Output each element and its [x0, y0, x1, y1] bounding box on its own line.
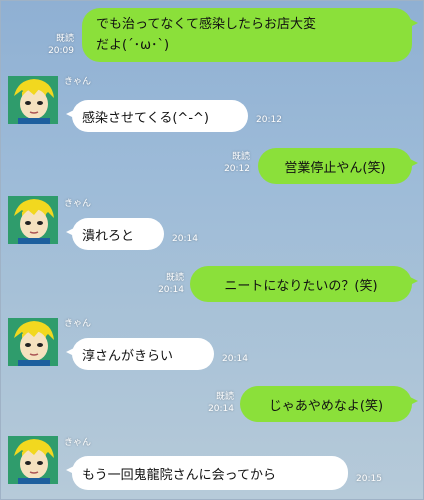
- avatar[interactable]: [8, 76, 58, 124]
- message-text-line: だよ(´･ω･`): [96, 38, 170, 53]
- message-bubble-received[interactable]: 淳さんがきらい: [66, 338, 214, 370]
- sender-name: きゃん: [64, 438, 92, 448]
- message-text: 潰れろと: [82, 228, 135, 244]
- avatar[interactable]: [8, 436, 58, 484]
- read-receipt: 既読 20:09: [48, 34, 74, 56]
- message-bubble-sent[interactable]: ニートになりたいの？(笑): [190, 266, 418, 302]
- sender-name: きゃん: [64, 77, 92, 87]
- message-bubble-sent[interactable]: でも治ってなくて感染したらお店大変 だよ(´･ω･`): [82, 8, 418, 62]
- message-bubble-received[interactable]: 潰れろと: [66, 218, 164, 250]
- read-receipt: 既読 20:12: [224, 152, 250, 174]
- message-text: 感染させてくる(^-^): [82, 110, 209, 126]
- read-receipt: 既読 20:14: [208, 392, 234, 414]
- sender-name: きゃん: [64, 319, 92, 329]
- message-time: 20:12: [256, 115, 282, 125]
- avatar-icon: [8, 318, 58, 366]
- message-bubble-sent[interactable]: 営業停止やん(笑): [258, 148, 418, 184]
- message-text: じゃあやめなよ(笑): [268, 398, 384, 414]
- message-text-line: でも治ってなくて感染したらお店大変: [96, 17, 316, 32]
- message-text: 営業停止やん(笑): [284, 160, 386, 176]
- avatar[interactable]: [8, 318, 58, 366]
- avatar-icon: [8, 436, 58, 484]
- avatar-icon: [8, 196, 58, 244]
- message-bubble-sent[interactable]: じゃあやめなよ(笑): [240, 386, 418, 422]
- message-time: 20:14: [222, 354, 248, 364]
- message-text: 淳さんがきらい: [82, 348, 174, 364]
- avatar[interactable]: [8, 196, 58, 244]
- read-receipt: 既読 20:14: [158, 273, 184, 295]
- sender-name: きゃん: [64, 199, 92, 209]
- avatar-icon: [8, 76, 58, 124]
- message-bubble-received[interactable]: もう一回鬼龍院さんに会ってから: [66, 456, 348, 490]
- message-time: 20:15: [356, 474, 382, 484]
- message-text: もう一回鬼龍院さんに会ってから: [82, 467, 276, 483]
- message-time: 20:14: [172, 234, 198, 244]
- message-text: ニートになりたいの？(笑): [224, 278, 378, 294]
- message-bubble-received[interactable]: 感染させてくる(^-^): [66, 100, 248, 132]
